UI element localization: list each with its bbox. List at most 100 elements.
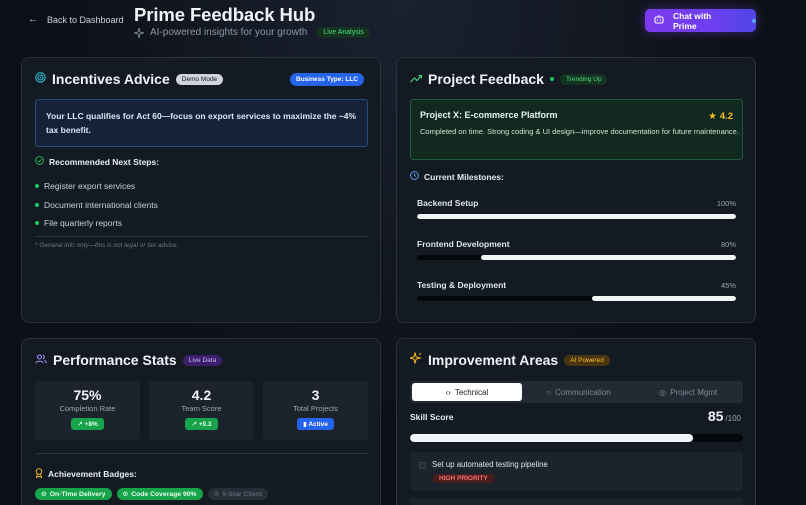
improvement-areas-card: Improvement Areas AI Powered ‹› Technical… [396,338,756,505]
business-type-badge: Business Type: LLC [290,73,365,86]
skill-score-track [410,434,743,442]
ai-powered-badge: AI Powered [564,354,610,366]
project-description: Completed on time. Strong coding & UI de… [420,127,739,136]
milestone-label: Testing & Deployment [417,280,507,290]
check-circle-icon: ⊙ [122,491,129,498]
milestone-label: Frontend Development [417,239,510,249]
tab-label: Project Mgmt [670,387,718,397]
skill-score-max: /100 [725,414,741,423]
subtitle-row: AI-powered insights for your growth Live… [134,27,370,38]
stat-team-score: 4.2 Team Score ↗ +0.3 [149,381,254,440]
divider [35,236,368,237]
tab-label: Communication [555,387,611,397]
check-circle-icon [35,156,44,167]
project-rating: ★ 4.2 [708,111,733,122]
trending-up-badge: Trending Up [559,73,608,85]
achievement-title: Achievement Badges: [48,469,137,479]
star-icon: ★ [708,111,717,122]
bullet [35,202,39,207]
active-badge: ▮ Active [297,418,334,430]
progress-track [417,296,736,301]
demo-mode-badge: Demo Mode [175,73,224,85]
stat-change: +0.3 [198,421,212,428]
badge-label: On-Time Delivery [49,490,106,498]
progress-fill [480,255,736,260]
milestone-label: Backend Setup [417,198,479,208]
list-item: File quarterly reports [35,214,158,233]
project-feedback-title: Project Feedback [428,71,544,87]
arrow-left-icon: ← [28,14,38,25]
skill-score-value: 85/100 [708,408,741,424]
milestone-percent: 45% [720,281,736,290]
target-icon: ◎ [659,387,667,397]
list-item: Register export services [35,177,158,196]
priority-badge: HIGH PRIORITY [433,474,494,483]
advice-callout: Your LLC qualifies for Act 60—focus on e… [35,99,368,147]
tab-technical[interactable]: ‹› Technical [412,383,522,401]
users-icon [35,351,47,369]
milestones-title: Current Milestones: [424,171,504,182]
page-subtitle: AI-powered insights for your growth [150,27,308,38]
milestone-frontend: Frontend Development 80% [417,239,736,260]
project-feedback-card: Project Feedback Trending Up Project X: … [396,57,756,323]
live-data-badge: Live Data [182,354,223,366]
stat-value: 75% [73,387,102,403]
next-steps-title: Recommended Next Steps: [49,156,160,167]
improvement-task: Set up automated testing pipeline HIGH P… [410,452,743,491]
badge-code-coverage: ⊙ Code Coverage 90% [116,488,203,500]
stat-total-projects: 3 Total Projects ▮ Active [263,381,368,440]
project-header: Project Feedback Trending Up [410,70,608,88]
performance-title: Performance Stats [53,352,177,368]
incentives-advice-card: Incentives Advice Demo Mode Business Typ… [21,57,381,323]
achievement-badges: ⊙ On-Time Delivery ⊙ Code Coverage 90% ⊙ 5-… [35,488,269,500]
divider [35,453,368,454]
back-to-dashboard-link[interactable]: ← Back to Dashboard [28,14,124,25]
badge-label: Code Coverage 90% [131,490,197,498]
progress-fill [417,214,736,219]
award-icon [35,468,43,480]
lock-icon: ⊙ [213,491,220,498]
live-analysis-badge: Live Analysis [317,27,370,38]
step-label: Register export services [44,181,136,192]
target-icon [35,70,46,88]
achievement-heading: Achievement Badges: [35,468,137,480]
project-name: Project X: E-commerce Platform [420,110,558,120]
page-header: ← Back to Dashboard Prime Feedback Hub A… [0,0,806,52]
badge-five-star-client: ⊙ 5-Star Client [207,488,269,500]
skill-score-label: Skill Score [410,412,454,422]
milestone-testing: Testing & Deployment 45% [417,280,736,301]
next-steps-heading: Recommended Next Steps: [35,156,159,167]
performance-header: Performance Stats Live Data [35,351,223,369]
stat-value: 4.2 [191,387,212,403]
bullet [35,184,39,189]
skill-score-fill [410,434,694,442]
stat-label: Completion Rate [59,404,116,413]
rating-value: 4.2 [719,111,733,122]
performance-stats-card: Performance Stats Live Data 75% Completi… [21,338,381,505]
tab-project-mgmt[interactable]: ◎ Project Mgmt [633,381,743,403]
incentives-header: Incentives Advice Demo Mode [35,70,224,88]
skill-score-number: 85 [707,408,724,424]
trending-up-icon [410,70,423,88]
milestones-heading: Current Milestones: [410,171,504,182]
briefcase-icon: ▮ [303,421,307,428]
title-block: Prime Feedback Hub AI-powered insights f… [134,4,370,38]
disclaimer: * General info only—this is not legal or… [35,242,179,249]
step-label: File quarterly reports [44,218,122,229]
tab-label: Technical [454,387,489,397]
sparkles-icon [134,27,144,38]
improvement-tabs: ‹› Technical ○ Communication ◎ Project Mgmt [410,381,743,403]
improvement-header: Improvement Areas AI Powered [408,351,610,369]
progress-track [417,214,736,219]
tab-communication[interactable]: ○ Communication [524,381,634,403]
list-item: Document international clients [35,196,158,215]
progress-track [417,255,736,260]
step-label: Document international clients [44,199,158,210]
badge-on-time-delivery: ⊙ On-Time Delivery [35,488,112,500]
project-summary: Project X: E-commerce Platform ★ 4.2 Com… [410,99,743,160]
chat-with-prime-button[interactable]: Chat with Prime [645,9,756,32]
milestone-backend: Backend Setup 100% [417,198,736,219]
badge-label: 5-Star Client [222,490,263,498]
task-checkbox[interactable] [419,462,426,469]
stat-label: Team Score [181,404,222,413]
